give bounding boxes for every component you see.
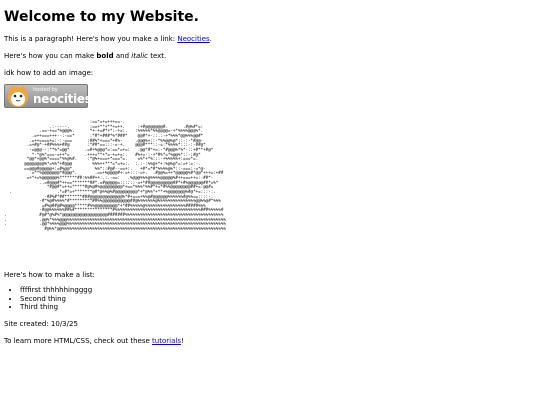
neocities-cat-icon [8, 85, 28, 107]
formatting-text-end: text. [147, 52, 167, 60]
example-list: ffffirst thhhhhingggg Second thing Third… [4, 286, 536, 312]
formatting-text-start: Here's how you can make [4, 52, 97, 60]
list-item: Second thing [20, 295, 536, 304]
link-paragraph-end: . [209, 35, 212, 43]
tutorials-link[interactable]: tutorials [152, 337, 181, 345]
list-item: Third thing [20, 303, 536, 312]
neocities-link[interactable]: Neocities [177, 35, 209, 43]
page-title: Welcome to my Website. [4, 9, 199, 25]
badge-text: hosted by neocities [33, 87, 92, 106]
link-paragraph: This is a paragraph! Here's how you make… [4, 35, 536, 44]
tutorials-end: ! [180, 336, 184, 345]
link-paragraph-text: This is a paragraph! Here's how you make… [4, 35, 178, 43]
image-paragraph: idk how to add an image: [4, 69, 94, 77]
formatting-text-mid: and [113, 52, 132, 60]
list-intro: Here's how to make a list: [4, 271, 95, 279]
site-created-date: Site created: 10/3/25 [4, 319, 78, 328]
badge-big-text: neocities [33, 91, 92, 106]
formatting-paragraph: Here's how you can make bold and italic … [4, 52, 536, 61]
tutorials-paragraph: To learn more HTML/CSS, check out these … [4, 337, 536, 346]
italic-word: italic [131, 52, 148, 60]
hosted-by-neocities-badge[interactable]: hosted by neocities [4, 84, 92, 108]
ascii-art-image: :==*=+=+++==-. .:-----. :==+**+**+=++. :… [4, 120, 226, 232]
tutorials-text: To learn more HTML/CSS, check out these [4, 336, 153, 345]
list-item: ffffirst thhhhhingggg [20, 286, 536, 295]
bold-word: bold [96, 52, 114, 60]
